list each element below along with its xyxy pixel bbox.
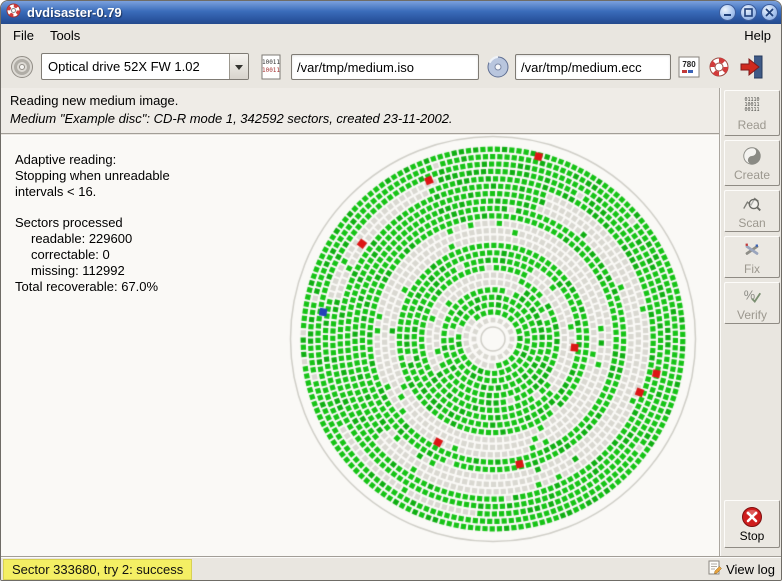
menubar: File Tools Help [1,24,782,46]
statusbar: Sector 333680, try 2: success View log [1,556,782,581]
drive-icon [9,54,35,80]
scan-magnifier-icon [741,193,763,215]
view-log-label: View log [726,562,775,577]
app-icon[interactable] [6,3,21,23]
window-title: dvdisaster-0.79 [27,5,122,20]
status-line: Reading new medium image. [10,93,710,108]
sector-map-visualization [273,119,713,559]
stop-button[interactable]: Stop [724,500,780,548]
stop-icon [741,506,763,528]
fix-tools-icon [741,239,763,261]
status-header: Reading new medium image. Medium "Exampl… [1,88,719,134]
stopping-line2: intervals < 16. [15,184,170,200]
create-button[interactable]: Create [724,140,780,186]
preferences-button[interactable]: 780 [677,55,701,79]
verify-percent-icon: % [741,285,763,307]
processed-title: Sectors processed [15,215,170,231]
drive-select-value: Optical drive 52X FW 1.02 [42,54,229,79]
menu-help[interactable]: Help [736,26,779,45]
iso-path-input[interactable] [291,54,479,80]
log-icon [707,560,722,579]
verify-label: Verify [737,308,767,322]
readable-count: readable: 229600 [15,231,170,247]
ecc-path-input[interactable] [515,54,671,80]
fix-label: Fix [744,262,760,276]
view-log-button[interactable]: View log [707,560,775,579]
total-recoverable: Total recoverable: 67.0% [15,279,170,295]
adaptive-title: Adaptive reading: [15,152,170,168]
stop-label: Stop [740,529,765,543]
read-button[interactable]: 01110 10011 00111 Read [724,90,780,136]
ecc-file-icon [485,53,511,81]
action-sidebar: 01110 10011 00111 Read Create [719,88,782,556]
medium-info-line: Medium "Example disc": CD-R mode 1, 3425… [10,111,710,126]
status-message: Sector 333680, try 2: success [3,559,192,580]
fix-button[interactable]: Fix [724,236,780,278]
main-area: Adaptive reading: Stopping when unreadab… [1,135,719,556]
verify-button[interactable]: % Verify [724,282,780,324]
scan-label: Scan [738,216,765,230]
svg-text:10011: 10011 [262,59,280,66]
app-window: dvdisaster-0.79 File Tools Help [0,0,782,581]
svg-text:780: 780 [682,60,696,69]
menu-file[interactable]: File [5,26,42,45]
exit-button[interactable] [738,53,766,81]
yin-yang-icon [741,145,763,167]
toolbar: Optical drive 52X FW 1.02 10011 10011 78… [1,46,782,88]
drive-select[interactable]: Optical drive 52X FW 1.02 [41,53,249,80]
help-lifebelt-button[interactable] [706,54,732,80]
maximize-button[interactable] [740,4,757,21]
read-label: Read [738,118,767,132]
image-file-icon: 10011 10011 [259,53,283,81]
menu-tools[interactable]: Tools [42,26,88,45]
svg-text:10011: 10011 [262,67,280,74]
reading-stats: Adaptive reading: Stopping when unreadab… [15,152,170,295]
drive-select-arrow[interactable] [229,54,248,79]
titlebar[interactable]: dvdisaster-0.79 [1,1,782,24]
create-label: Create [734,168,770,182]
scan-button[interactable]: Scan [724,190,780,232]
read-binary-icon: 01110 10011 00111 [744,95,759,117]
correctable-count: correctable: 0 [15,247,170,263]
stopping-line1: Stopping when unreadable [15,168,170,184]
minimize-button[interactable] [719,4,736,21]
close-button[interactable] [761,4,778,21]
missing-count: missing: 112992 [15,263,170,279]
